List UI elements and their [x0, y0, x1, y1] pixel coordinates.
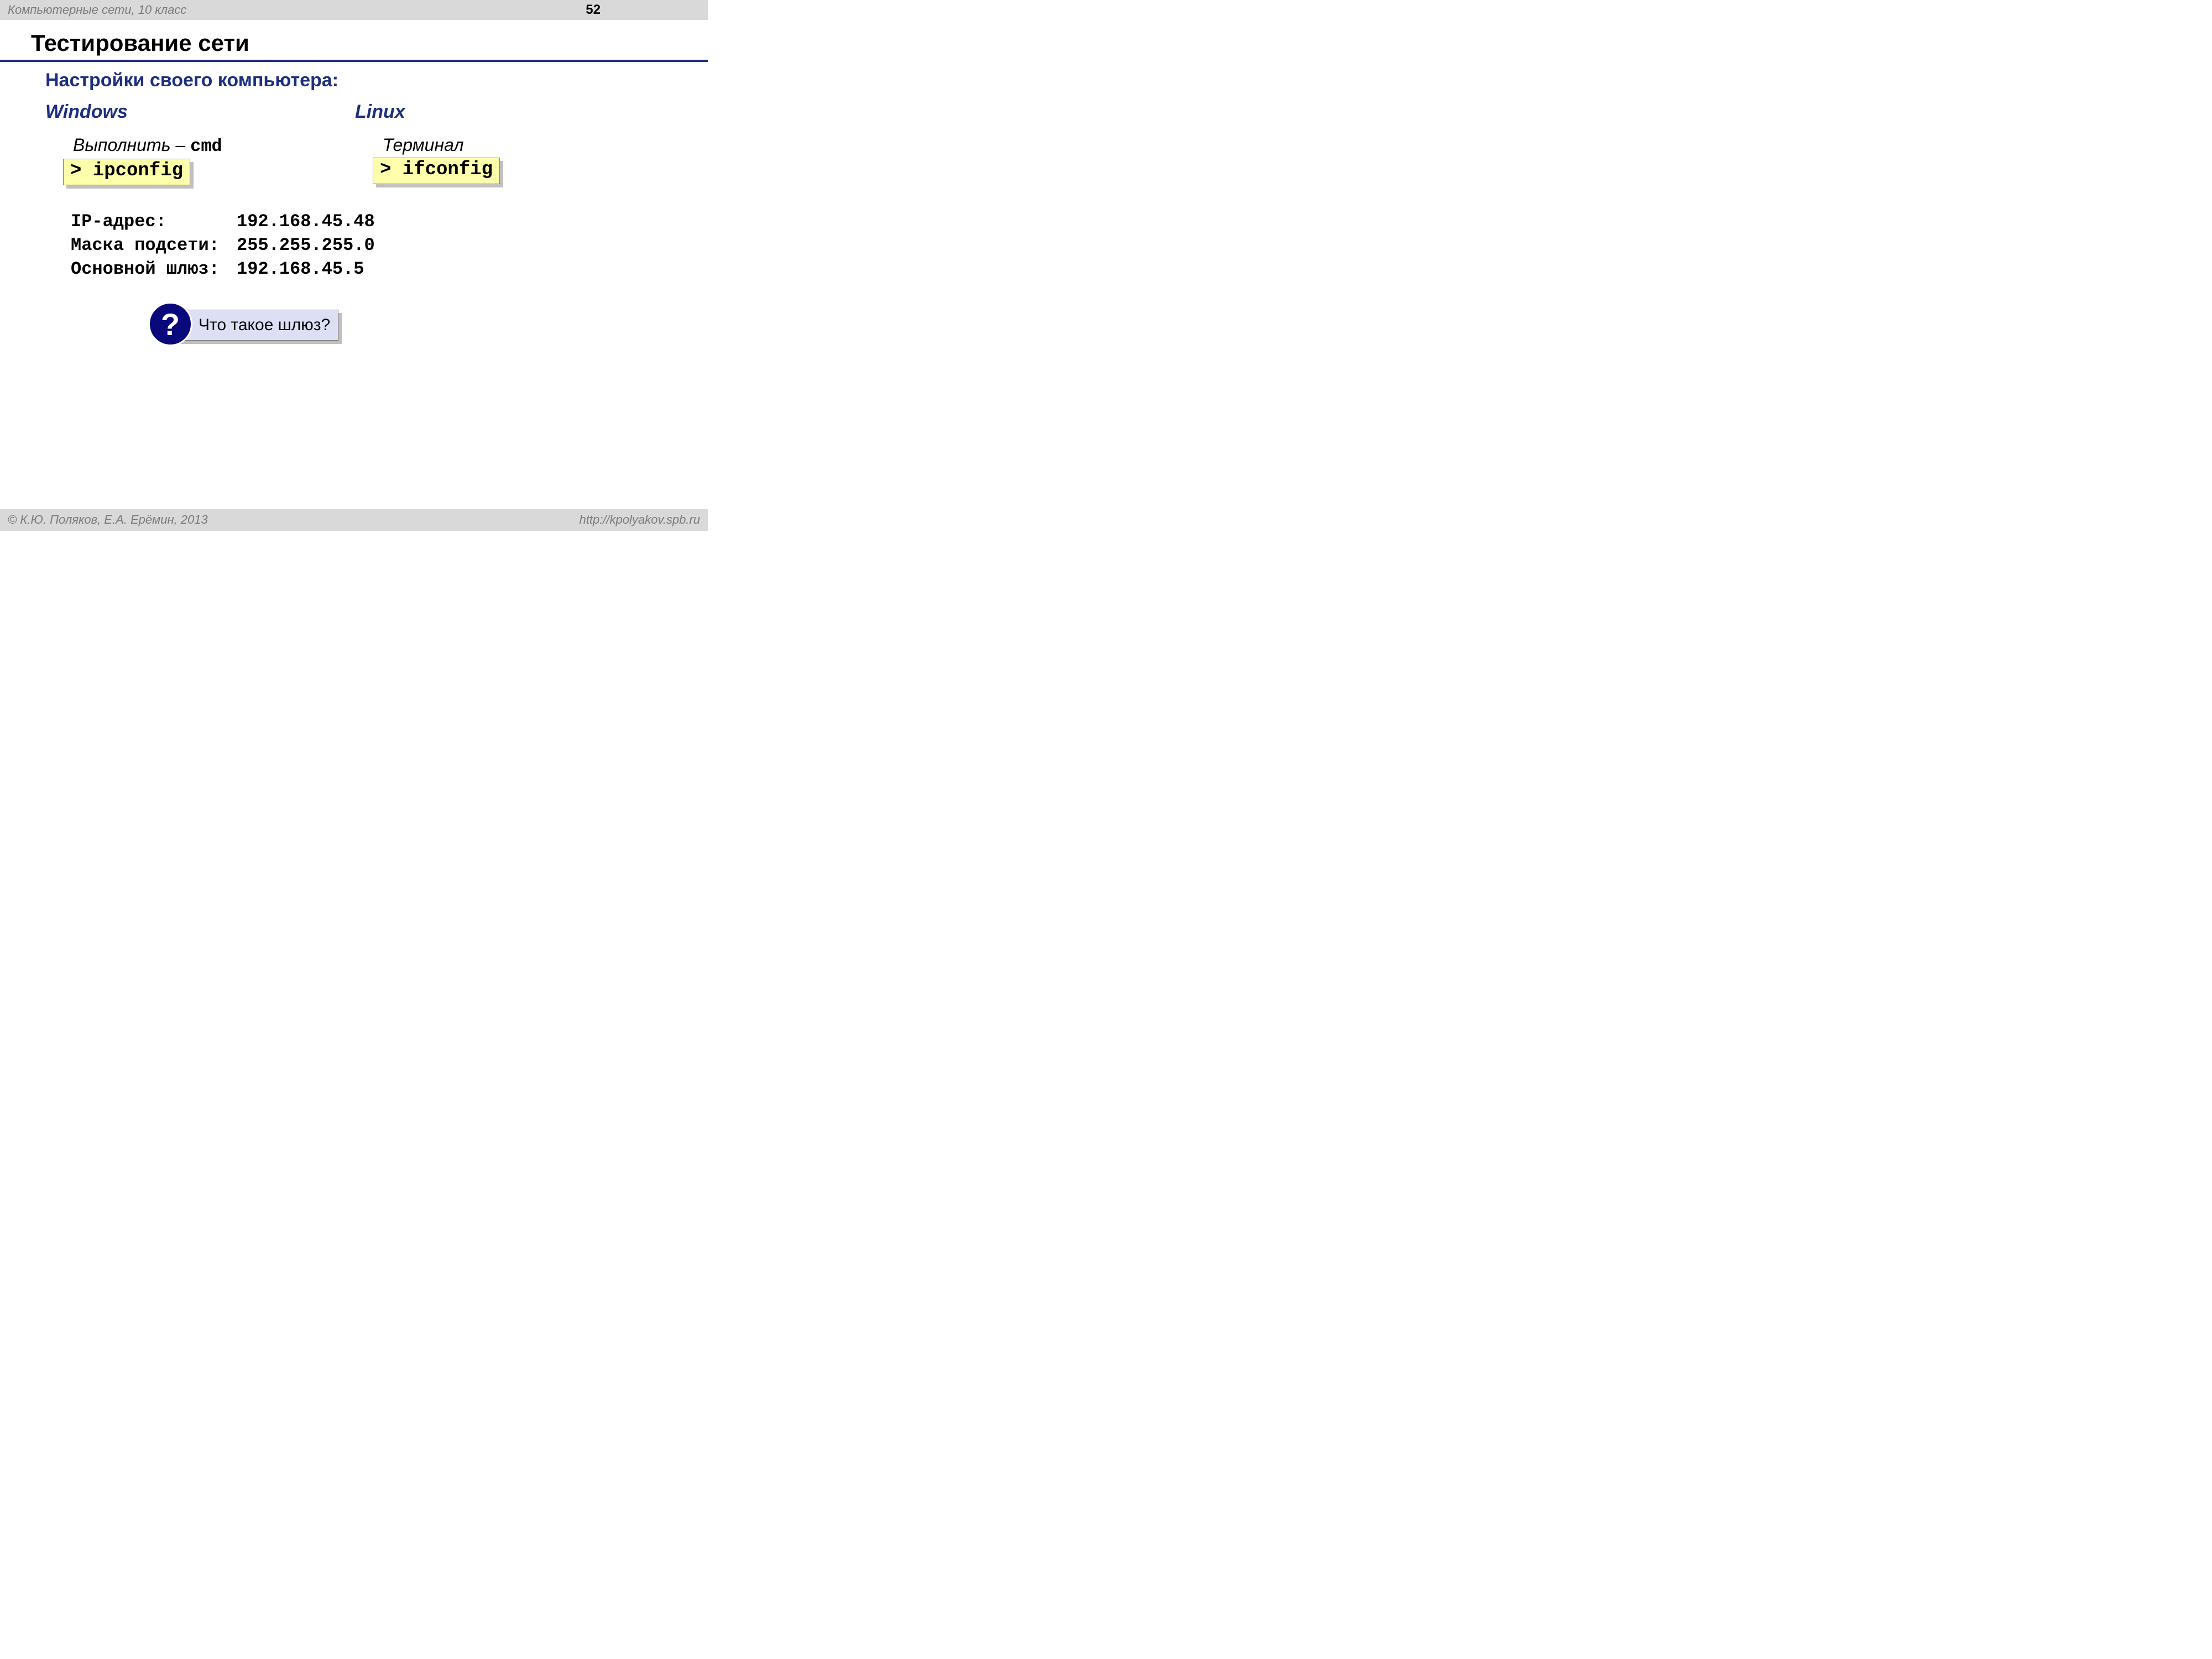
course-label: Компьютерные сети, 10 класс — [8, 3, 186, 17]
output-row-ip: IP-адрес: 192.168.45.48 — [71, 210, 708, 233]
mask-label: Маска подсети: — [71, 233, 237, 257]
slide-content: Настройки своего компьютера: Windows Вып… — [0, 62, 708, 281]
linux-command-box: > ifconfig — [373, 158, 500, 184]
slide-title: Тестирование сети — [31, 30, 708, 56]
output-row-gateway: Основной шлюз: 192.168.45.5 — [71, 257, 708, 281]
output-row-mask: Маска подсети: 255.255.255.0 — [71, 233, 708, 257]
subtitle: Настройки своего компьютера: — [45, 70, 708, 91]
question-mark-icon: ? — [148, 302, 192, 346]
ip-value: 192.168.45.48 — [237, 210, 375, 233]
linux-step: Терминал — [383, 135, 665, 155]
windows-column: Windows Выполнить – cmd > ipconfig — [45, 101, 355, 185]
gateway-label: Основной шлюз: — [71, 257, 237, 281]
two-column-layout: Windows Выполнить – cmd > ipconfig Linux… — [45, 101, 708, 185]
windows-step: Выполнить – cmd — [73, 135, 355, 156]
mask-value: 255.255.255.0 — [237, 233, 375, 257]
output-block: IP-адрес: 192.168.45.48 Маска подсети: 2… — [71, 210, 708, 281]
footer-url: http://kpolyakov.spb.ru — [580, 513, 701, 527]
linux-step-text: Терминал — [383, 135, 464, 155]
windows-heading: Windows — [45, 101, 355, 123]
footer-copyright: © К.Ю. Поляков, Е.А. Ерёмин, 2013 — [8, 513, 208, 527]
page-number: 52 — [586, 2, 700, 18]
windows-command-box: > ipconfig — [63, 159, 190, 185]
question-callout: ? Что такое шлюз? — [148, 310, 338, 341]
header-bar: Компьютерные сети, 10 класс 52 — [0, 0, 708, 20]
windows-step-prefix: Выполнить – — [73, 135, 190, 155]
gateway-value: 192.168.45.5 — [237, 257, 364, 281]
linux-heading: Linux — [355, 101, 665, 123]
windows-step-cmd: cmd — [190, 136, 222, 156]
ip-label: IP-адрес: — [71, 210, 237, 233]
footer-bar: © К.Ю. Поляков, Е.А. Ерёмин, 2013 http:/… — [0, 509, 708, 531]
linux-column: Linux Терминал > ifconfig — [355, 101, 665, 185]
